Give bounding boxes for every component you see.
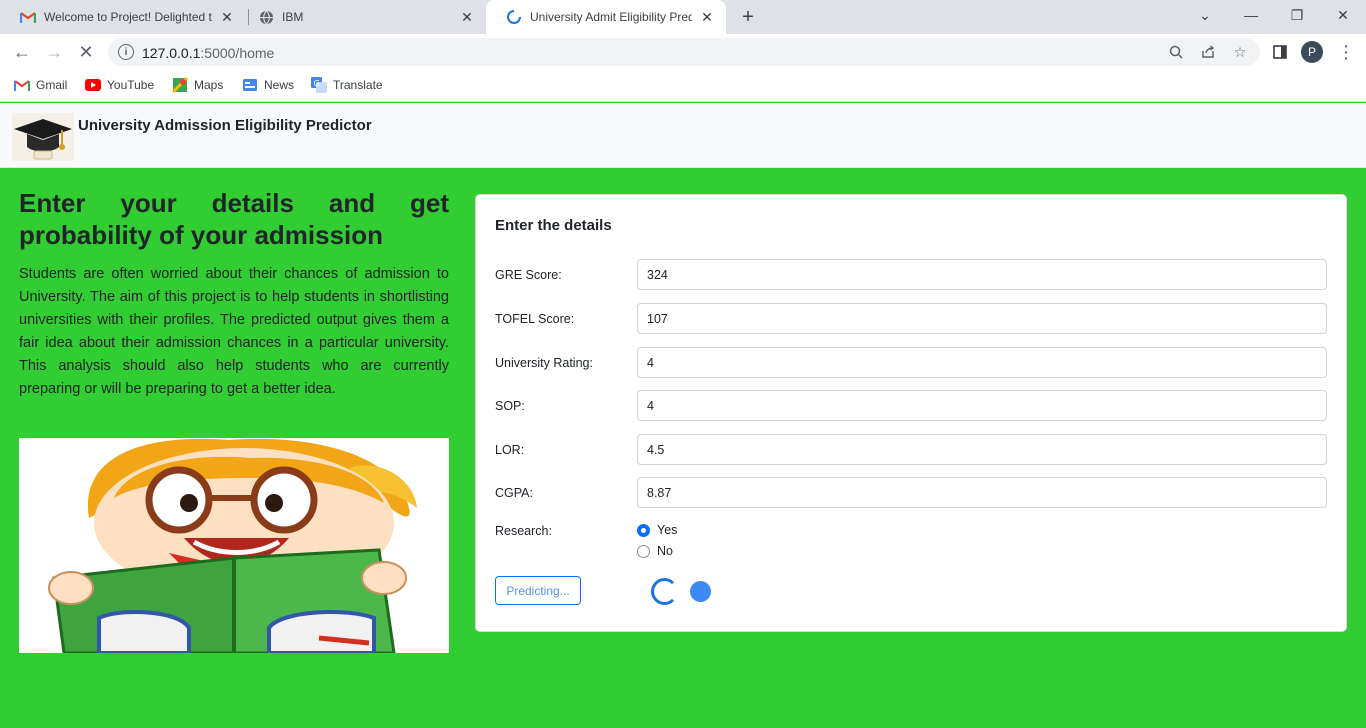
lor-input[interactable] — [637, 434, 1327, 465]
page-headline: Enter your details and get probability o… — [19, 188, 449, 250]
tofel-score-label: TOFEL Score: — [495, 312, 575, 326]
zoom-icon[interactable] — [1168, 44, 1184, 60]
bookmark-label: YouTube — [107, 78, 155, 92]
intro-paragraph: Students are often worried about their c… — [19, 266, 449, 397]
details-form-card: Enter the details GRE Score: TOFEL Score… — [475, 194, 1347, 632]
forward-arrow-icon[interactable]: → — [40, 38, 68, 66]
close-icon[interactable]: ✕ — [218, 8, 236, 26]
window-close-button[interactable]: ✕ — [1320, 0, 1366, 30]
browser-tab-strip: Welcome to Project! Delighted to ✕ IBM ✕… — [0, 0, 1366, 34]
url-path: :5000/home — [200, 45, 275, 61]
bookmarks-bar: Gmail YouTube Maps News G Translate — [0, 70, 1366, 102]
gre-score-label: GRE Score: — [495, 268, 562, 282]
cgpa-label: CGPA: — [495, 486, 533, 500]
gmail-icon — [20, 9, 36, 25]
svg-text:G: G — [314, 79, 320, 88]
research-yes-label: Yes — [657, 523, 678, 537]
youtube-icon — [85, 77, 101, 93]
tab-gmail[interactable]: Welcome to Project! Delighted to ✕ — [0, 0, 246, 34]
tab-university-predictor[interactable]: University Admit Eligibility Predic ✕ — [486, 0, 726, 34]
side-panel-icon[interactable] — [1266, 38, 1294, 66]
translate-icon: G — [311, 77, 327, 93]
stop-loading-icon[interactable]: ✕ — [72, 38, 100, 66]
student-reading-illustration — [19, 438, 449, 653]
university-rating-input[interactable] — [637, 347, 1327, 378]
bookmark-star-icon[interactable]: ☆ — [1232, 44, 1248, 60]
url-host: 127.0.0.1 — [142, 45, 201, 61]
url-text[interactable]: 127.0.0.1:5000/home — [142, 45, 274, 61]
research-yes-radio[interactable] — [637, 523, 650, 537]
sop-label: SOP: — [495, 399, 525, 413]
minimize-button[interactable]: — — [1228, 0, 1274, 30]
bookmark-label: Translate — [333, 78, 383, 92]
research-label: Research: — [495, 524, 552, 538]
research-yes-option[interactable]: Yes — [637, 523, 677, 537]
graduation-cap-logo-icon[interactable] — [12, 113, 74, 161]
bookmark-youtube[interactable]: YouTube — [85, 77, 154, 93]
address-bar[interactable]: i 127.0.0.1:5000/home ☆ — [108, 38, 1260, 66]
loading-spinner-icon — [651, 578, 678, 605]
bookmark-translate[interactable]: G Translate — [311, 77, 383, 93]
close-icon[interactable]: ✕ — [458, 8, 476, 26]
tab-title: IBM — [282, 10, 304, 24]
predict-button[interactable]: Predicting... — [495, 576, 581, 605]
tab-title: University Admit Eligibility Predic — [530, 10, 692, 24]
close-icon[interactable]: ✕ — [698, 8, 716, 26]
back-arrow-icon[interactable]: ← — [8, 38, 36, 66]
browser-toolbar: ← → ✕ i 127.0.0.1:5000/home ☆ P ⋮ — [0, 34, 1366, 70]
lor-label: LOR: — [495, 443, 525, 457]
globe-icon — [258, 9, 274, 25]
share-icon[interactable] — [1200, 44, 1216, 60]
news-icon — [242, 77, 258, 93]
cgpa-input[interactable] — [637, 477, 1327, 508]
bookmark-news[interactable]: News — [242, 77, 294, 93]
form-title: Enter the details — [495, 217, 612, 234]
browser-menu-icon[interactable]: ⋮ — [1332, 38, 1360, 66]
site-brand[interactable]: University Admission Eligibility Predict… — [78, 117, 372, 134]
site-info-icon[interactable]: i — [118, 44, 134, 60]
site-navbar: University Admission Eligibility Predict… — [0, 103, 1366, 168]
sop-input[interactable] — [637, 390, 1327, 421]
new-tab-button[interactable]: + — [736, 5, 760, 29]
tofel-score-input[interactable] — [637, 303, 1327, 334]
bookmark-label: Gmail — [36, 78, 68, 92]
profile-avatar[interactable]: P — [1301, 41, 1323, 63]
bookmark-gmail[interactable]: Gmail — [14, 77, 67, 93]
bookmark-label: News — [264, 78, 295, 92]
loading-grow-dot-icon — [690, 581, 711, 602]
loading-icon — [506, 9, 522, 25]
university-rating-label: University Rating: — [495, 356, 593, 370]
tab-search-chevron-icon[interactable]: ⌄ — [1182, 0, 1228, 30]
tab-ibm[interactable]: IBM ✕ — [238, 0, 486, 34]
intro-section: Enter your details and get probability o… — [19, 187, 449, 401]
gmail-icon — [14, 77, 30, 93]
gre-score-input[interactable] — [637, 259, 1327, 290]
bookmark-label: Maps — [194, 78, 224, 92]
bookmark-maps[interactable]: Maps — [172, 77, 223, 93]
tab-title: Welcome to Project! Delighted to — [44, 10, 212, 24]
research-no-option[interactable]: No — [637, 544, 673, 558]
research-no-radio[interactable] — [637, 544, 650, 558]
research-no-label: No — [657, 544, 673, 558]
restore-button[interactable]: ❐ — [1274, 0, 1320, 30]
maps-icon — [172, 77, 188, 93]
